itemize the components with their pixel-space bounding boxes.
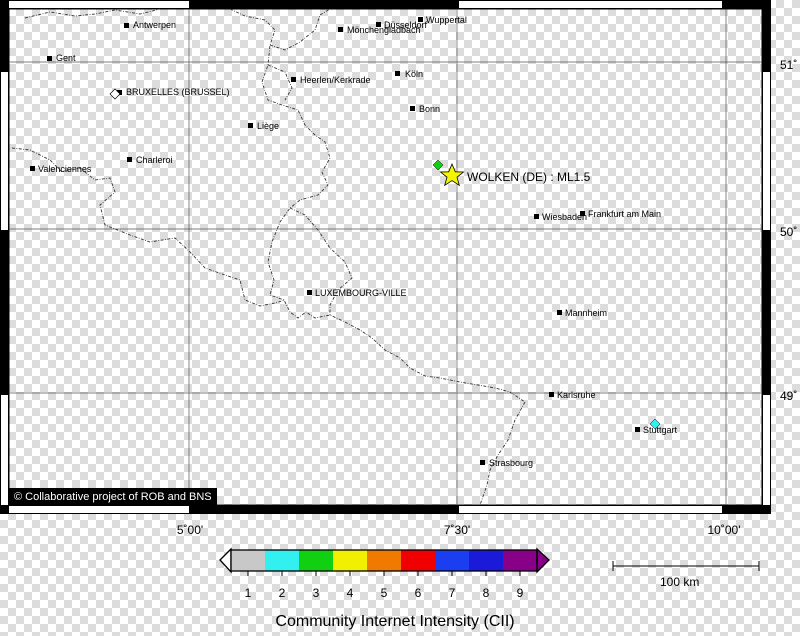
city-square [557,310,562,315]
city-label: Frankfurt am Main [588,209,661,219]
city-label: Mönchengladbach [347,25,421,35]
lon-tick-label: 10˚00' [708,523,741,537]
legend-swatch-7 [435,550,469,571]
city-square [534,214,539,219]
frame-seg [763,395,770,505]
city-label: Mannheim [565,308,607,318]
city-square [291,77,296,82]
legend-level-label: 5 [381,586,388,600]
legend-swatch-2 [265,550,299,571]
intensity-color-bar: 1 2 3 4 5 6 7 8 9 [219,547,550,600]
city-label: Gent [56,53,76,63]
city-label: Karlsruhe [557,390,596,400]
city-square [307,290,312,295]
intensity-map: Antwerpen Gent BRUXELLES (BRUSSEL) Düsse… [0,0,797,600]
city-label: Strasbourg [489,458,533,468]
legend-swatch-3 [299,550,333,571]
frame-seg [9,506,189,513]
frame-seg [9,1,189,8]
city-label: Valenciennes [38,164,92,174]
legend-level-label: 2 [279,586,286,600]
legend-level-label: 3 [313,586,320,600]
frame-seg [459,506,722,513]
credit-label: © Collaborative project of ROB and BNS [9,488,217,506]
event-label: WOLKEN (DE) : ML1.5 [467,170,591,184]
city-label: Heerlen/Kerkrade [300,75,371,85]
city-square [47,56,52,61]
legend-title: Community Internet Intensity (CII) [275,613,515,630]
legend-level-label: 1 [245,586,252,600]
legend-level-label: 6 [415,586,422,600]
city-square [127,157,132,162]
city-label: Köln [405,69,423,79]
legend-level-label: 4 [347,586,354,600]
scale-bar [612,561,760,571]
city-square [395,71,400,76]
legend-swatch-9 [503,550,537,571]
legend-level-label: 8 [483,586,490,600]
lat-tick-label: 50˚ [780,225,797,239]
frame-seg [763,72,770,230]
legend-level-label: 7 [449,586,456,600]
city-label: LUXEMBOURG-VILLE [315,288,407,298]
frame-seg [459,1,722,8]
legend-arrow-left-icon [219,547,232,574]
scale-bar-label: 100 km [660,575,700,589]
legend-swatch-8 [469,550,503,571]
city-square [30,166,35,171]
city-markers: Antwerpen Gent BRUXELLES (BRUSSEL) Düsse… [30,15,678,468]
city-label: Bonn [419,104,440,114]
legend-swatch-4 [333,550,367,571]
city-square [480,460,485,465]
legend-arrow-right-icon [536,547,550,574]
lat-tick-label: 51˚ [780,58,797,72]
city-label: Liège [257,121,279,131]
legend-swatch-1 [231,550,265,571]
city-square [124,23,129,28]
legend-level-label: 9 [517,586,524,600]
city-square [248,123,253,128]
city-label: Charleroi [136,155,173,165]
green-report-marker[interactable] [432,159,444,171]
frame-seg [1,395,8,505]
legend-swatch-6 [401,550,435,571]
city-square [549,392,554,397]
city-square [410,106,415,111]
city-square [338,27,343,32]
lon-tick-label: 7˚30' [444,523,470,537]
lat-tick-label: 49˚ [780,389,797,403]
city-label: Stuttgart [643,425,678,435]
city-square [418,17,423,22]
epicenter-star-icon[interactable] [439,162,465,187]
city-square [580,211,585,216]
legend-swatch-5 [367,550,401,571]
lon-tick-label: 5˚00' [177,523,203,537]
frame-seg [1,72,8,230]
city-label: BRUXELLES (BRUSSEL) [126,87,230,97]
country-borders [11,8,526,506]
city-label: Antwerpen [133,20,176,30]
city-square [635,427,640,432]
city-label: Wuppertal [426,15,467,25]
